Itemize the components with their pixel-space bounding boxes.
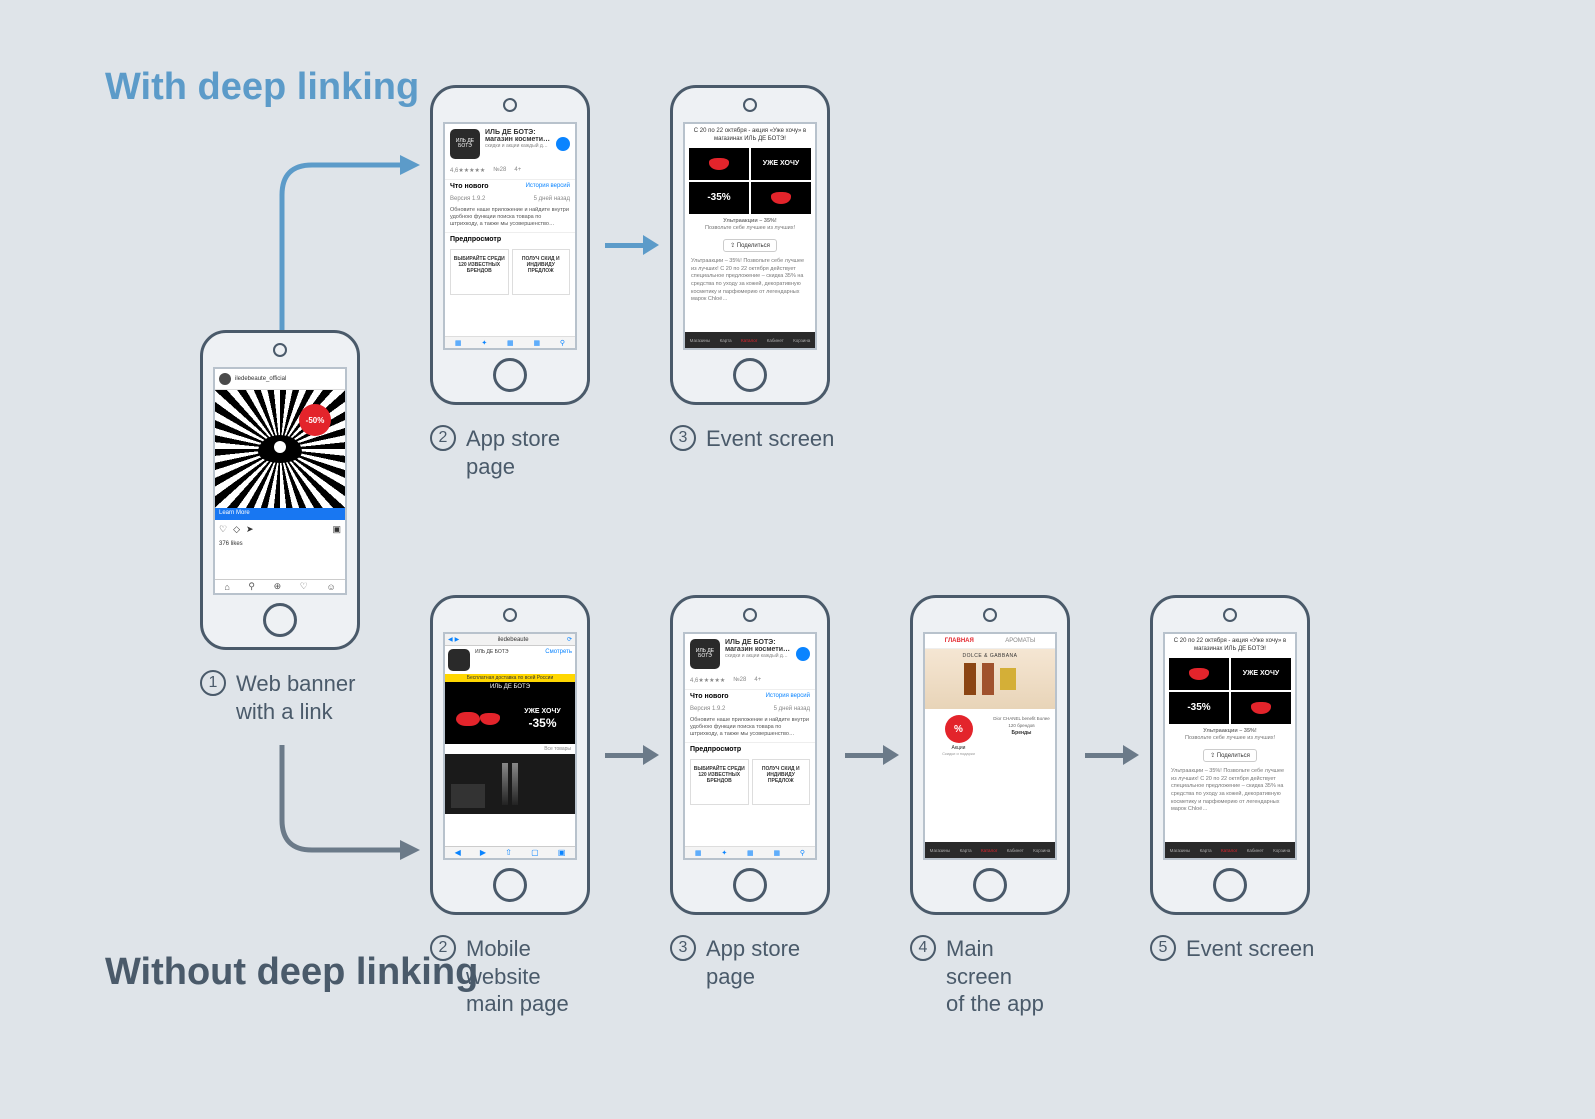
screen-appstore-top: ИЛЬ ДЕ БОТЭ ИЛЬ ДЕ БОТЭ: магазин космети… bbox=[443, 122, 577, 350]
phone-bot-appstore: ИЛЬ ДЕ БОТЭ ИЛЬ ДЕ БОТЭ: магазин космети… bbox=[670, 595, 830, 915]
step-bot-2: 2 Mobilewebsitemain page bbox=[430, 935, 569, 1018]
screen-event-bot: С 20 по 22 октября - акция «Уже хочу» в … bbox=[1163, 632, 1297, 860]
step-top-3: 3 Event screen bbox=[670, 425, 834, 453]
step-label-1: Web bannerwith a link bbox=[236, 670, 355, 725]
view-link: Смотреть bbox=[545, 649, 572, 671]
mw-app-title: ИЛЬ ДЕ БОТЭ bbox=[475, 649, 540, 671]
app-tabbar: МагазиныКартаКаталогКабинетКорзина bbox=[685, 332, 815, 348]
share-button: ⇪ Поделиться bbox=[1203, 749, 1257, 762]
event-promo: Ультраакции – 35%!Позвольте себе лучшее … bbox=[685, 214, 815, 237]
avatar-icon bbox=[219, 373, 231, 385]
percent-icon: % bbox=[945, 715, 973, 743]
event-grid: УЖЕ ХОЧУ -35% bbox=[685, 148, 815, 214]
event-title: С 20 по 22 октября - акция «Уже хочу» в … bbox=[685, 124, 815, 148]
arrow-bot-3 bbox=[1085, 745, 1139, 765]
mw-product bbox=[445, 754, 575, 814]
app-tabbar: МагазиныКартаКаталогКабинетКорзина bbox=[1165, 842, 1295, 858]
screen-instagram: iledebeaute_official -50% Learn More ♡◇➤… bbox=[213, 367, 347, 595]
discount-badge: -35% bbox=[689, 182, 749, 214]
appstore-tabbar: ▦✦▦▦⚲ bbox=[445, 336, 575, 348]
app-icon: ИЛЬ ДЕ БОТЭ bbox=[690, 639, 720, 669]
ig-action-icons: ♡◇➤▣ bbox=[215, 520, 345, 539]
appstore-tabbar: ▦✦▦▦⚲ bbox=[685, 846, 815, 858]
hero-banner bbox=[925, 649, 1055, 709]
event-body: Ультраакции – 35%! Позвольте себе лучшее… bbox=[685, 254, 815, 308]
phone-bot-mainapp: ГЛАВНАЯАРОМАТЫ %АкцииСкидки и подарки Di… bbox=[910, 595, 1070, 915]
history-link: История версий bbox=[526, 183, 570, 189]
lips-icon bbox=[751, 182, 811, 214]
app-icon bbox=[448, 649, 470, 671]
phone-bot-event: С 20 по 22 октября - акция «Уже хочу» в … bbox=[1150, 595, 1310, 915]
ig-tabbar: ⌂⚲⊕♡☺ bbox=[215, 579, 345, 593]
ig-banner-image: -50% bbox=[215, 390, 345, 508]
uhe-badge: УЖЕ ХОЧУ bbox=[751, 148, 811, 180]
phone-bot-mobileweb: ◀▶iledebeaute⟳ ИЛЬ ДЕ БОТЭ Смотреть Бесп… bbox=[430, 595, 590, 915]
ig-account: iledebeaute_official bbox=[235, 376, 286, 382]
app-description: Обновите наше приложение и найдите внутр… bbox=[445, 205, 575, 230]
app-icon: ИЛЬ ДЕ БОТЭ bbox=[450, 129, 480, 159]
step-top-2: 2 App storepage bbox=[430, 425, 560, 480]
lips-icon bbox=[1231, 692, 1291, 724]
discount-badge: -50% bbox=[299, 404, 331, 436]
arrow-bot-2 bbox=[845, 745, 899, 765]
brands-cell: Dior CHANEL benefit Более 120 брендовБре… bbox=[992, 715, 1051, 756]
get-button-icon bbox=[796, 647, 810, 661]
screen-event-top: С 20 по 22 октября - акция «Уже хочу» в … bbox=[683, 122, 817, 350]
screen-mobileweb: ◀▶iledebeaute⟳ ИЛЬ ДЕ БОТЭ Смотреть Бесп… bbox=[443, 632, 577, 860]
step-bot-3: 3 App storepage bbox=[670, 935, 800, 990]
safari-topbar: ◀▶iledebeaute⟳ bbox=[445, 634, 575, 646]
title-without: Without deep linking bbox=[105, 950, 478, 996]
step-bot-4: 4 Mainscreenof the app bbox=[910, 935, 1044, 1018]
app-tabbar: МагазиныКартаКаталогКабинетКорзина bbox=[925, 842, 1055, 858]
cta-bar: Learn More bbox=[215, 508, 345, 520]
preview-card-2: ПОЛУЧ СКИД И ИНДИВИДУ ПРЕДЛОЖ bbox=[512, 249, 571, 295]
screen-appstore-bot: ИЛЬ ДЕ БОТЭ ИЛЬ ДЕ БОТЭ: магазин космети… bbox=[683, 632, 817, 860]
step-1: 1 Web bannerwith a link bbox=[200, 670, 355, 725]
phone-web-banner: iledebeaute_official -50% Learn More ♡◇➤… bbox=[200, 330, 360, 650]
app-subtitle: скидки и акции каждый д… bbox=[485, 143, 551, 149]
eye-logo-icon bbox=[258, 435, 302, 463]
phone-top-appstore: ИЛЬ ДЕ БОТЭ ИЛЬ ДЕ БОТЭ: магазин космети… bbox=[430, 85, 590, 405]
screen-mainapp: ГЛАВНАЯАРОМАТЫ %АкцииСкидки и подарки Di… bbox=[923, 632, 1057, 860]
phone-top-event: С 20 по 22 октября - акция «Уже хочу» в … bbox=[670, 85, 830, 405]
app-stats: 4,6★★★★★№284+ bbox=[445, 164, 575, 177]
whats-new: Что нового bbox=[450, 183, 489, 190]
mw-banner: УЖЕ ХОЧУ-35% bbox=[445, 694, 575, 744]
safari-tabbar: ◀▶⇧▢▣ bbox=[445, 846, 575, 858]
arrow-top-1 bbox=[605, 235, 659, 255]
promo-row: %АкцииСкидки и подарки Dior CHANEL benef… bbox=[925, 709, 1055, 762]
arrow-curve-down bbox=[272, 740, 422, 865]
brand-bar: ИЛЬ ДЕ БОТЭ bbox=[445, 682, 575, 694]
all-products-link: Все товары bbox=[445, 744, 575, 754]
arrow-bot-1 bbox=[605, 745, 659, 765]
get-button-icon bbox=[556, 137, 570, 151]
ig-likes: 376 likes bbox=[215, 539, 345, 549]
app-title: ИЛЬ ДЕ БОТЭ: магазин космети… bbox=[485, 129, 551, 143]
preview-label: Предпросмотр bbox=[450, 236, 501, 243]
ig-header: iledebeaute_official bbox=[215, 369, 345, 390]
step-num-1: 1 bbox=[200, 670, 226, 696]
preview-card-1: ВЫБИРАЙТЕ СРЕДИ 120 ИЗВЕСТНЫХ БРЕНДОВ bbox=[450, 249, 509, 295]
title-with: With deep linking bbox=[105, 65, 419, 111]
app-topnav: ГЛАВНАЯАРОМАТЫ bbox=[925, 634, 1055, 649]
share-button: ⇪ Поделиться bbox=[723, 239, 777, 252]
promo-strip: Бесплатная доставка по всей России bbox=[445, 674, 575, 682]
lips-icon bbox=[1169, 658, 1229, 690]
lips-icon bbox=[689, 148, 749, 180]
step-bot-5: 5 Event screen bbox=[1150, 935, 1314, 963]
arrow-curve-up bbox=[272, 155, 422, 340]
